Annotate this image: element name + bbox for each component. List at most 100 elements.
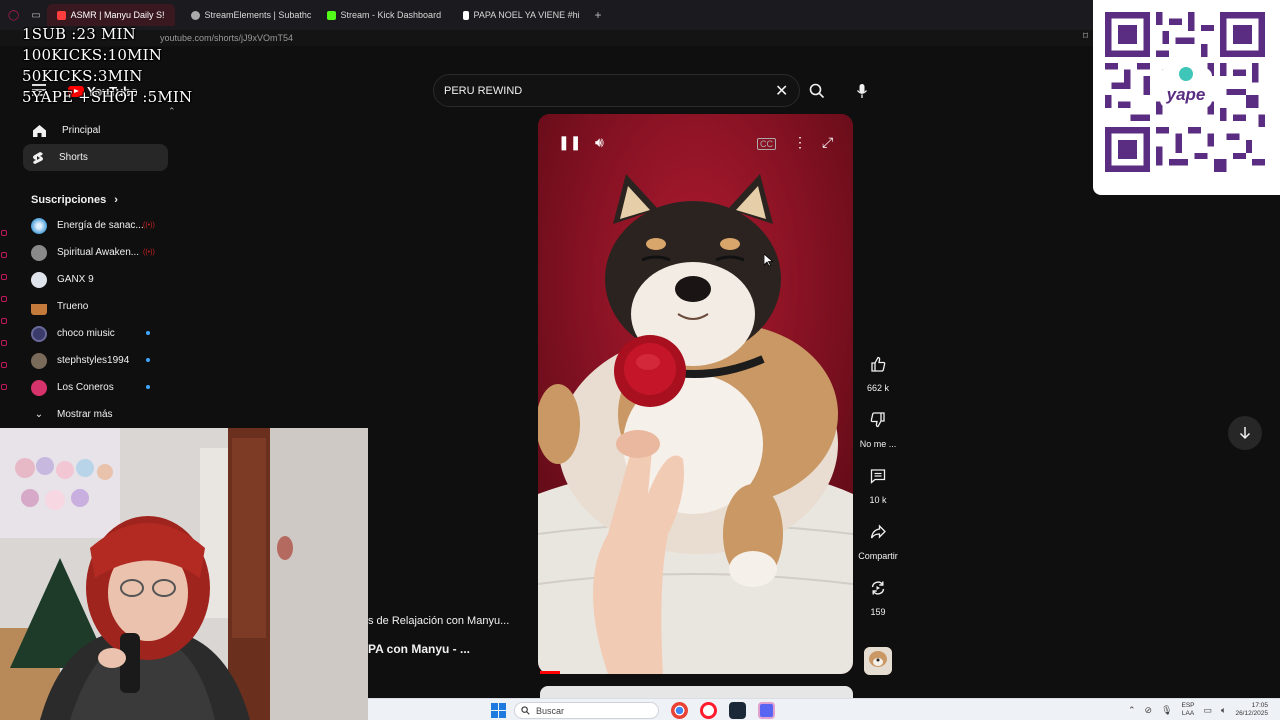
tab-label: ASMR | Manyu Daily S!	[70, 10, 165, 20]
bookmark-icon[interactable]: ⌑	[1083, 31, 1088, 42]
avatar	[31, 244, 47, 261]
opera-app-icon[interactable]	[700, 702, 717, 719]
remix-icon	[871, 581, 885, 595]
fullscreen-icon[interactable]: ⤢	[822, 134, 833, 151]
arrow-down-icon	[1239, 427, 1251, 440]
steam-app-icon[interactable]	[729, 702, 746, 719]
svg-text:yape: yape	[1166, 85, 1206, 104]
avatar	[31, 298, 47, 315]
windows-start-icon[interactable]	[491, 703, 506, 718]
stream-goals-overlay: 1SUB :23 MIN 100KICKS:10MIN 50KICKS:3MIN…	[22, 24, 192, 108]
subscription-item[interactable]: Spiritual Awaken... ((•))	[15, 239, 170, 266]
tab-label: Stream - Kick Dashboard	[340, 10, 442, 20]
like-action[interactable]: 662 k	[855, 350, 901, 393]
subscription-item[interactable]: stephstyles1994	[15, 347, 170, 374]
captions-button[interactable]: CC	[757, 138, 776, 150]
overlay-line: 1SUB :23 MIN	[22, 25, 136, 43]
share-action[interactable]: Compartir	[855, 518, 901, 561]
subscription-item[interactable]: Energía de sanac... ((•))	[15, 212, 170, 239]
related-video-title[interactable]: s de Relajación con Manyu...	[368, 615, 509, 627]
subscription-item[interactable]: Los Coneros	[15, 374, 170, 401]
chevron-up-icon[interactable]: ⌃	[1128, 705, 1136, 716]
video-frame	[538, 114, 853, 674]
subscription-item[interactable]: GANX 9	[15, 266, 170, 293]
subscription-item[interactable]: Trueno	[15, 293, 170, 320]
avatar	[31, 271, 47, 288]
subscriptions-header[interactable]: Suscripciones ›	[15, 188, 170, 212]
new-tab-button[interactable]: +	[589, 8, 608, 22]
volume-icon[interactable]: 🔈︎	[1221, 705, 1226, 716]
sidebar-item-shorts[interactable]: Shorts	[23, 144, 168, 171]
sidebar-item-label: Principal	[62, 125, 101, 136]
dog-thumbnail-image	[864, 647, 892, 675]
clock-time: 17:05	[1251, 702, 1268, 709]
wifi-icon[interactable]: ▭	[1204, 705, 1213, 716]
shorts-video-player[interactable]	[538, 114, 853, 674]
sidebar-item-principal[interactable]: Principal	[15, 117, 170, 144]
chrome-app-icon[interactable]	[671, 702, 688, 719]
microphone-icon[interactable]: 🎙︎	[1161, 705, 1172, 716]
live-indicator-icon: ((•))	[143, 249, 155, 256]
language-code: ESP	[1181, 702, 1195, 709]
browser-menu-icon[interactable]: ◯	[8, 10, 19, 21]
dislike-icon	[870, 412, 885, 428]
taskbar-search-input[interactable]: Buscar	[514, 702, 659, 719]
sound-channel-thumbnail[interactable]	[864, 647, 892, 675]
search-icon	[809, 83, 825, 99]
tab-streamelements[interactable]: StreamElements | Subathc	[181, 4, 311, 26]
network-off-icon[interactable]: ⊘	[1145, 705, 1153, 716]
subscription-label: Energía de sanac...	[57, 220, 144, 231]
streamelements-favicon-icon	[190, 10, 200, 20]
system-clock[interactable]: 17:05 26/12/2025	[1235, 702, 1268, 718]
clear-search-icon[interactable]: ✕	[775, 81, 788, 101]
like-count: 662 k	[866, 383, 890, 393]
overlay-line: 5YAPE +SHOT :5MIN	[22, 88, 193, 106]
yape-qr-code: yape	[1093, 0, 1280, 195]
discord-app-icon[interactable]	[758, 702, 775, 719]
overlay-line: 50KICKS:3MIN	[22, 67, 143, 85]
search-input[interactable]: PERU REWIND	[433, 74, 800, 107]
search-button[interactable]	[803, 77, 831, 105]
shorts-icon	[33, 151, 43, 164]
subscription-item[interactable]: choco miusic	[15, 320, 170, 347]
windows-taskbar: Buscar ⌃ ⊘ 🎙︎ ESP LAA ▭ 🔈︎ 17:05 26/12/2…	[368, 698, 1280, 720]
tab-list-icon[interactable]: ▭	[31, 10, 40, 21]
show-more-button[interactable]: ⌄ Mostrar más	[15, 401, 170, 428]
tab-papa-noel[interactable]: PAPA NOEL YA VIENE #hi	[453, 4, 583, 26]
screen: ◯ ▭ ASMR | Manyu Daily S! StreamElements…	[0, 0, 1280, 720]
search-icon	[521, 706, 530, 715]
mouse-cursor-icon	[764, 254, 773, 267]
next-video-preview[interactable]	[540, 686, 853, 698]
related-video-title[interactable]: PA con Manyu - ...	[368, 642, 470, 656]
tab-label: PAPA NOEL YA VIENE #hi	[473, 10, 580, 20]
comment-icon	[870, 469, 886, 484]
pause-button[interactable]: ❚❚	[558, 134, 581, 151]
streamer-camera-image	[0, 428, 368, 720]
chevron-down-icon: ⌄	[34, 409, 44, 420]
new-content-dot	[146, 385, 150, 389]
like-icon	[871, 356, 886, 372]
subscription-label: stephstyles1994	[57, 355, 130, 366]
video-progress-bar[interactable]	[540, 671, 560, 674]
input-language[interactable]: ESP LAA	[1182, 702, 1195, 718]
avatar	[31, 325, 47, 342]
yape-logo-icon: yape	[1160, 67, 1212, 108]
more-options-icon[interactable]: ⋮	[793, 134, 807, 151]
tab-kick-dashboard[interactable]: Stream - Kick Dashboard	[317, 4, 447, 26]
sidebar: Principal Shorts Suscripciones › Energía…	[15, 117, 170, 428]
tab-asmr[interactable]: ASMR | Manyu Daily S!	[46, 4, 175, 26]
show-more-label: Mostrar más	[57, 409, 113, 420]
comment-count: 10 k	[869, 495, 887, 505]
subscriptions-title: Suscripciones	[31, 194, 107, 206]
subscription-label: Los Coneros	[57, 382, 114, 393]
dislike-action[interactable]: No me ...	[855, 406, 901, 449]
search-value: PERU REWIND	[444, 84, 523, 97]
subscription-label: Trueno	[57, 301, 89, 312]
volume-button[interactable]: 🔊︎	[595, 134, 604, 151]
remix-count: 159	[870, 607, 886, 617]
voice-search-button[interactable]	[848, 77, 876, 105]
overlay-line: 100KICKS:10MIN	[22, 46, 163, 64]
comments-action[interactable]: 10 k	[855, 462, 901, 505]
remix-action[interactable]: 159	[855, 574, 901, 617]
next-short-button[interactable]	[1228, 416, 1262, 450]
